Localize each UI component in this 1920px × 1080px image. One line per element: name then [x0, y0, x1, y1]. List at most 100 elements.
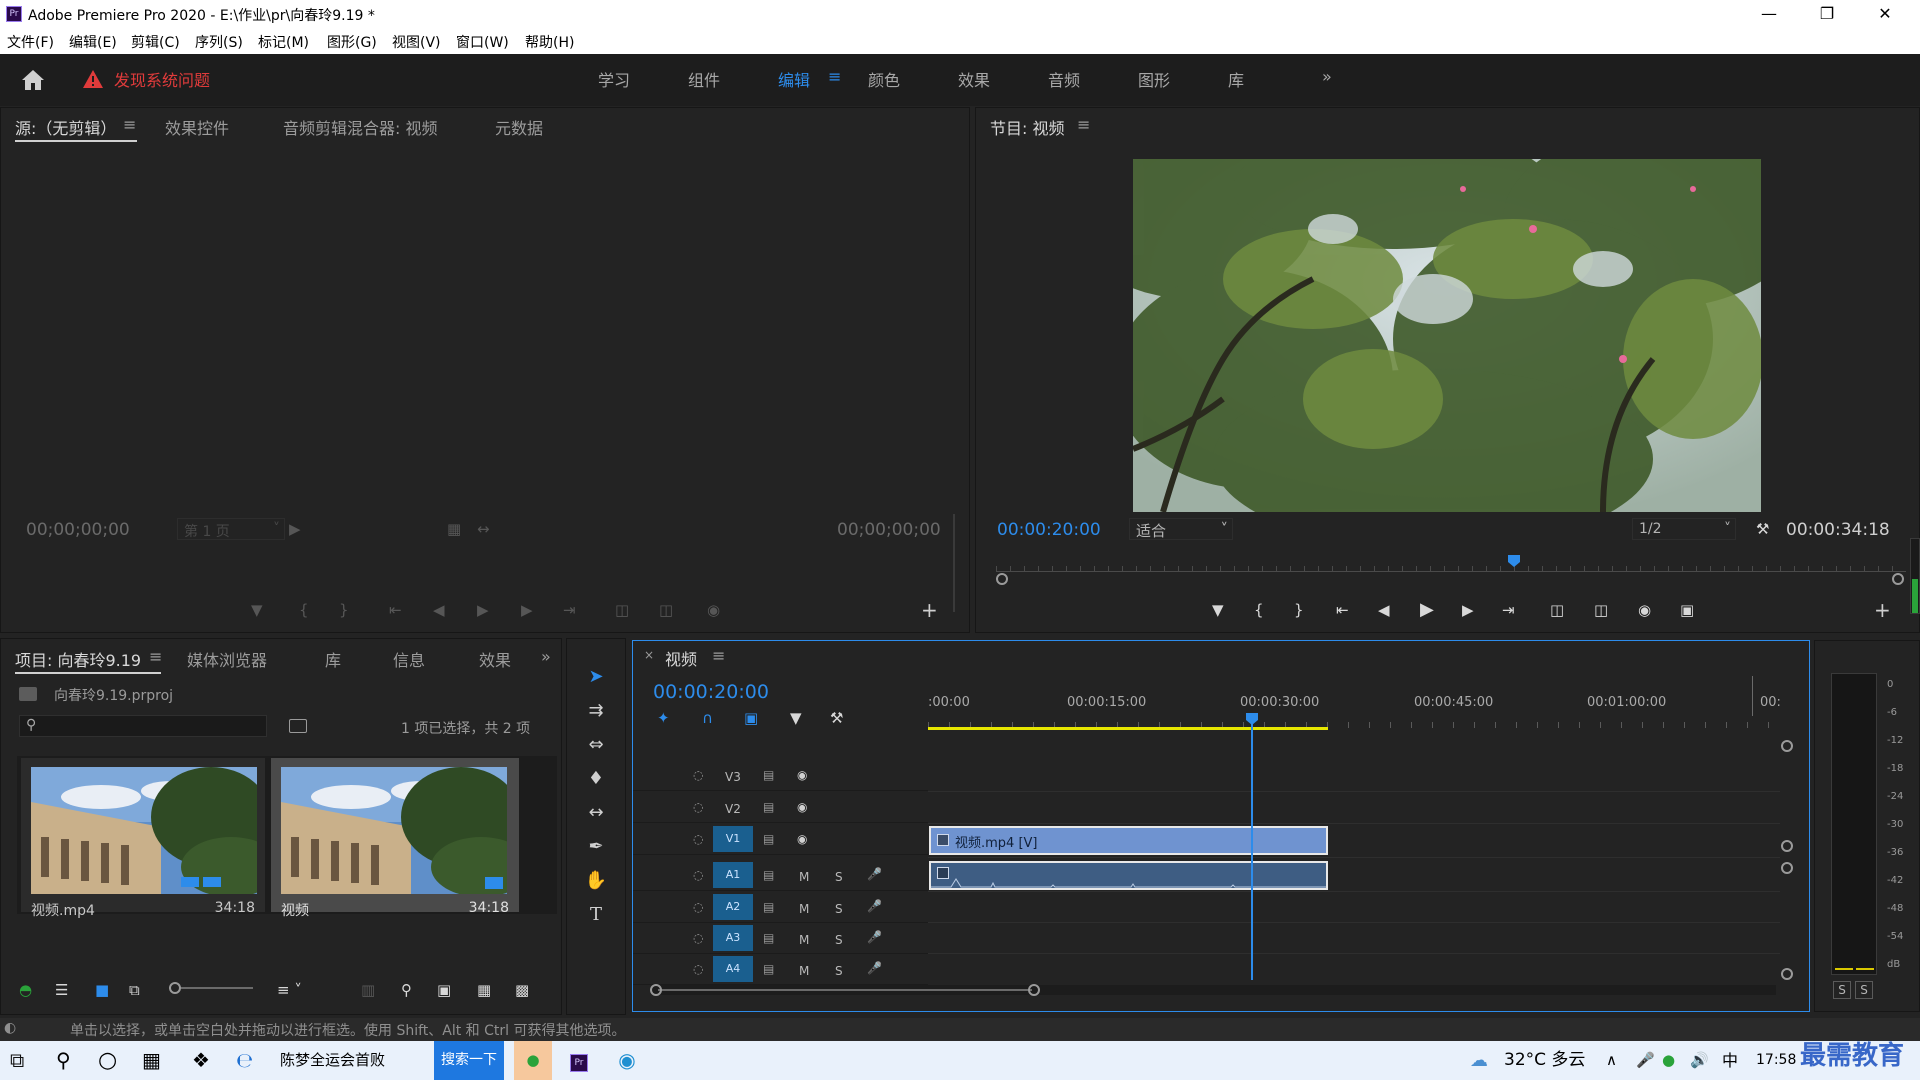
news-search-text[interactable]: 陈梦全运会首败 [280, 1041, 385, 1080]
track-target-a4[interactable]: A4 [713, 956, 753, 982]
step-back-icon[interactable]: ◀ [1378, 601, 1390, 619]
lock-icon[interactable]: ◌ [693, 962, 703, 976]
timeline-playhead-timecode[interactable]: 00:00:20:00 [653, 681, 769, 703]
work-area-bar[interactable] [928, 727, 1328, 730]
automate-to-sequence-icon[interactable]: ▥ [361, 981, 375, 999]
lock-icon[interactable]: ◌ [693, 800, 703, 814]
volume-icon[interactable]: 🔊 [1690, 1041, 1709, 1080]
tray-expand-icon[interactable]: ∧ [1606, 1041, 1617, 1080]
mark-out-icon[interactable]: } [339, 601, 349, 619]
program-menu-icon[interactable]: ≡ [1077, 115, 1090, 134]
timeline-playhead-marker[interactable] [1245, 712, 1259, 726]
solo-left-button[interactable]: S [1833, 981, 1851, 999]
play-icon[interactable]: ▶ [477, 601, 489, 619]
tab-effect-controls[interactable]: 效果控件 [165, 115, 229, 139]
menu-help[interactable]: 帮助(H) [525, 32, 574, 52]
security-tray-icon[interactable]: ● [1662, 1041, 1675, 1080]
add-button-icon[interactable]: + [1874, 598, 1891, 622]
mute-button[interactable]: M [799, 902, 809, 916]
insert-icon[interactable]: ◫ [615, 601, 629, 619]
workspace-overflow-button[interactable]: » [1322, 67, 1332, 86]
project-item-video-mp4[interactable]: 视频.mp4 34:18 [21, 758, 265, 919]
microphone-icon[interactable]: 🎤 [867, 930, 882, 944]
timeline-settings-icon[interactable]: ⚒ [830, 709, 843, 727]
workspace-menu-icon[interactable]: ≡ [828, 67, 841, 86]
tab-effects[interactable]: 效果 [479, 647, 511, 671]
mute-button[interactable]: M [799, 870, 809, 884]
new-search-bin-icon[interactable] [289, 719, 307, 733]
lift-icon[interactable]: ◫ [1550, 601, 1564, 619]
zoom-handle-left[interactable] [996, 573, 1008, 585]
home-icon[interactable] [20, 68, 46, 92]
source-page-select[interactable]: 第 1 页 ˅ [177, 518, 285, 540]
tab-program[interactable]: 节目: 视频 [990, 115, 1064, 139]
tab-audio-clip-mixer[interactable]: 音频剪辑混合器: 视频 [283, 115, 437, 139]
vertical-zoom-handle[interactable] [1781, 968, 1793, 980]
workspace-tab-assembly[interactable]: 组件 [688, 67, 720, 91]
workspace-tab-audio[interactable]: 音频 [1048, 67, 1080, 91]
vertical-zoom-handle[interactable] [1781, 740, 1793, 752]
sync-lock-icon[interactable]: ▤ [763, 962, 774, 976]
export-settings-icon[interactable]: ▦ [447, 520, 461, 538]
go-to-in-icon[interactable]: ⇤ [1336, 601, 1349, 619]
add-marker-icon[interactable]: ▼ [790, 709, 802, 727]
new-bin-icon[interactable]: ▣ [437, 981, 451, 999]
tab-libraries[interactable]: 库 [325, 647, 341, 671]
tab-media-browser[interactable]: 媒体浏览器 [187, 647, 267, 671]
program-time-ruler[interactable] [996, 560, 1906, 572]
eye-icon[interactable]: ◉ [797, 832, 807, 846]
solo-button[interactable]: S [835, 964, 843, 978]
clock[interactable]: 17:58 [1756, 1041, 1796, 1080]
minimize-button[interactable]: — [1740, 0, 1798, 28]
workspace-tab-effects[interactable]: 效果 [958, 67, 990, 91]
tab-metadata[interactable]: 元数据 [495, 115, 543, 139]
clear-trash-icon[interactable]: ▩ [515, 981, 529, 999]
source-patch-v1[interactable]: V1 [713, 826, 753, 852]
program-playhead-timecode[interactable]: 00:00:20:00 [997, 520, 1101, 540]
sync-lock-icon[interactable]: ▤ [763, 832, 774, 846]
edge-browser-icon[interactable]: ◉ [608, 1041, 646, 1080]
sort-icon[interactable]: ≡ ˅ [277, 981, 302, 999]
weather-text[interactable]: 32°C 多云 [1504, 1041, 1585, 1080]
tab-source-menu-icon[interactable]: ≡ [123, 115, 136, 134]
icon-view-icon[interactable]: ■ [95, 981, 109, 999]
ripple-edit-tool-icon[interactable]: ⇔ [582, 731, 610, 759]
workspace-tab-color[interactable]: 颜色 [868, 67, 900, 91]
freeform-view-icon[interactable]: ⧉ [129, 981, 140, 999]
sync-lock-icon[interactable]: ▤ [763, 768, 774, 782]
mute-button[interactable]: M [799, 964, 809, 978]
source-timecode-in[interactable]: 00;00;00;00 [26, 520, 130, 540]
overwrite-icon[interactable]: ◫ [659, 601, 673, 619]
source-patch-a1[interactable]: A1 [713, 862, 753, 888]
solo-button[interactable]: S [835, 870, 843, 884]
timeline-playhead[interactable] [1251, 716, 1253, 980]
workspace-tab-editing[interactable]: 编辑 [778, 67, 810, 91]
lock-icon[interactable]: ◌ [693, 931, 703, 945]
find-icon[interactable]: ⚲ [401, 981, 412, 999]
wechat-icon[interactable]: ● [514, 1041, 552, 1080]
sync-lock-icon[interactable]: ▤ [763, 800, 774, 814]
sync-lock-icon[interactable]: ▤ [763, 868, 774, 882]
eye-icon[interactable]: ◉ [797, 800, 807, 814]
ime-indicator[interactable]: 中 [1722, 1041, 1738, 1080]
microphone-icon[interactable]: 🎤 [867, 899, 882, 913]
menu-graphics[interactable]: 图形(G) [327, 32, 377, 52]
menu-view[interactable]: 视图(V) [392, 32, 441, 52]
horizontal-zoom-handle-left[interactable] [650, 984, 662, 996]
program-video-frame[interactable] [1133, 159, 1761, 512]
tab-source[interactable]: 源:（无剪辑） [15, 115, 116, 139]
marker-icon[interactable]: ▼ [251, 601, 263, 619]
restore-button[interactable]: ❐ [1798, 0, 1856, 28]
eye-icon[interactable]: ◉ [797, 768, 807, 782]
system-issue-link[interactable]: 发现系统问题 [114, 67, 210, 91]
menu-window[interactable]: 窗口(W) [456, 32, 509, 52]
selection-tool-icon[interactable]: ➤ [582, 663, 610, 691]
sync-lock-icon[interactable]: ▤ [763, 931, 774, 945]
track-target-a3[interactable]: A3 [713, 925, 753, 951]
cortana-icon[interactable]: ○ [98, 1041, 117, 1080]
premiere-taskbar-icon[interactable]: Pr [560, 1041, 598, 1080]
ie-browser-icon[interactable]: ℮ [236, 1041, 253, 1080]
drag-video-icon[interactable]: ↔ [477, 520, 490, 538]
lock-icon[interactable]: ◌ [693, 768, 703, 782]
pen-tool-icon[interactable]: ✒ [582, 833, 610, 861]
